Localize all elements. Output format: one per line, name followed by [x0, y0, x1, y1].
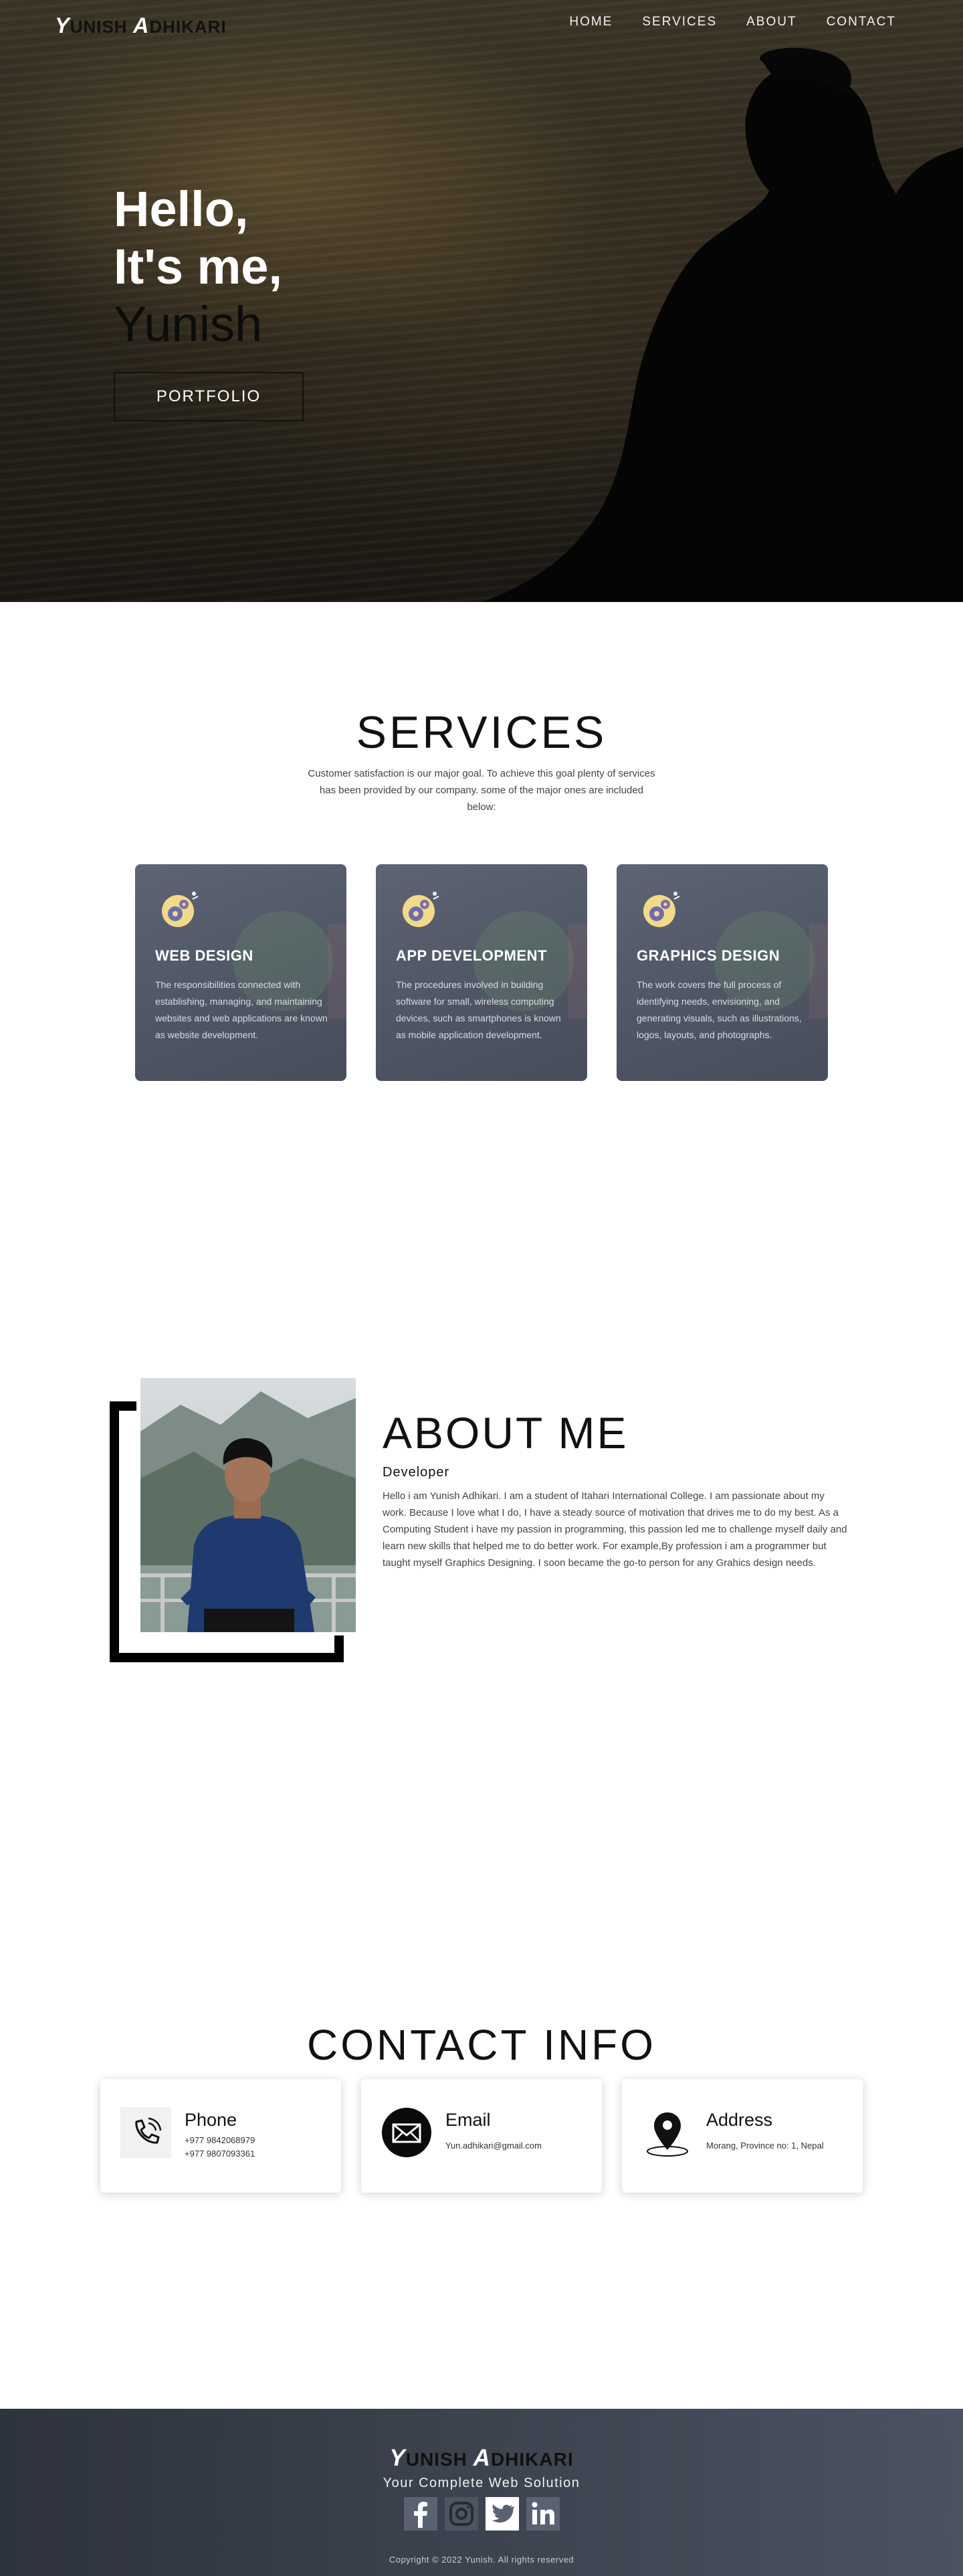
services-title: SERVICES — [356, 707, 607, 758]
nav-services[interactable]: SERVICES — [642, 15, 717, 29]
logo-first-name: UNISH — [70, 17, 128, 37]
card-background-graphic — [809, 924, 828, 1018]
card-background-graphic — [568, 924, 587, 1018]
contact-email-address[interactable]: Yun.adhikari@gmail.com — [445, 2141, 542, 2151]
twitter-icon[interactable] — [486, 2497, 519, 2531]
phone-icon — [120, 2107, 171, 2158]
service-card-graphics-design[interactable]: GRAPHICS DESIGN The work covers the full… — [617, 864, 828, 1081]
envelope-icon — [382, 2108, 431, 2157]
contact-card-address[interactable]: Address Morang, Province no: 1, Nepal — [622, 2079, 863, 2193]
contact-card-email[interactable]: Email Yun.adhikari@gmail.com — [361, 2079, 602, 2193]
nav-home[interactable]: HOME — [569, 15, 613, 29]
logo-initial-y: Y — [389, 2445, 406, 2471]
logo-last-name: DHIKARI — [490, 2449, 574, 2470]
service-card-title: APP DEVELOPMENT — [396, 947, 547, 964]
person-silhouette-image — [481, 47, 963, 602]
frame-corner — [110, 1401, 136, 1411]
logo-initial-a: A — [132, 13, 150, 37]
footer-tagline: Your Complete Web Solution — [383, 2476, 580, 2490]
about-title: ABOUT ME — [383, 1408, 629, 1458]
contact-address-text: Morang, Province no: 1, Nepal — [706, 2141, 824, 2151]
gears-bulb-icon — [643, 892, 680, 927]
contact-email-label: Email — [445, 2110, 491, 2130]
hero-section: YUNISH ADHIKARI HOME SERVICES ABOUT CONT… — [0, 0, 963, 602]
hero-heading: Hello, It's me, Yunish — [114, 181, 282, 353]
service-card-app-development[interactable]: APP DEVELOPMENT The procedures involved … — [376, 864, 587, 1081]
contact-phone-number-2[interactable]: +977 9807093361 — [185, 2149, 255, 2159]
contact-title: CONTACT INFO — [306, 2021, 657, 2069]
service-card-text: The work covers the full process of iden… — [637, 979, 802, 1040]
service-card-web-design[interactable]: WEB DESIGN The responsibilities connecte… — [135, 864, 346, 1081]
gears-bulb-icon — [403, 892, 439, 927]
about-subtitle: Developer — [383, 1465, 450, 1480]
service-card-text: The responsibilities connected with esta… — [155, 979, 328, 1040]
services-description: Customer satisfaction is our major goal.… — [308, 768, 655, 813]
location-pin-icon — [647, 2112, 688, 2157]
contact-phone-number-1[interactable]: +977 9842068979 — [185, 2135, 255, 2145]
portfolio-button[interactable]: PORTFOLIO — [114, 372, 304, 421]
frame-corner — [334, 1636, 344, 1662]
social-links — [404, 2497, 560, 2531]
nav-contact[interactable]: CONTACT — [827, 15, 896, 29]
contact-phone-label: Phone — [185, 2110, 237, 2130]
copyright-text: Copyright © 2022 Yunish. All rights rese… — [389, 2555, 574, 2565]
hero-name: Yunish — [114, 296, 263, 352]
service-card-text: The procedures involved in building soft… — [396, 979, 561, 1040]
nav-logo[interactable]: YUNISH ADHIKARI — [55, 13, 227, 38]
contact-address-label: Address — [706, 2110, 773, 2130]
about-text: Hello i am Yunish Adhikari. I am a stude… — [383, 1490, 847, 1569]
nav-about[interactable]: ABOUT — [746, 15, 796, 29]
card-background-graphic — [328, 924, 346, 1018]
logo-initial-y: Y — [55, 13, 70, 37]
linkedin-icon[interactable] — [526, 2497, 560, 2531]
profile-photo — [140, 1378, 356, 1632]
facebook-icon[interactable] — [404, 2497, 437, 2531]
logo-initial-a: A — [473, 2445, 491, 2471]
footer: YUNISH ADHIKARI Your Complete Web Soluti… — [0, 2409, 963, 2576]
hero-line-its-me: It's me, — [114, 239, 283, 294]
hero-line-hello: Hello, — [114, 181, 249, 237]
service-card-title: WEB DESIGN — [155, 947, 253, 964]
main-nav: HOME SERVICES ABOUT CONTACT — [569, 15, 896, 29]
contact-card-phone[interactable]: Phone +977 9842068979 +977 9807093361 — [100, 2079, 341, 2193]
footer-logo[interactable]: YUNISH ADHIKARI — [0, 2445, 963, 2472]
logo-first-name: UNISH — [405, 2449, 467, 2470]
service-card-title: GRAPHICS DESIGN — [637, 947, 780, 964]
logo-last-name: DHIKARI — [149, 17, 227, 37]
instagram-icon[interactable] — [445, 2497, 478, 2531]
gears-bulb-icon — [162, 892, 199, 927]
